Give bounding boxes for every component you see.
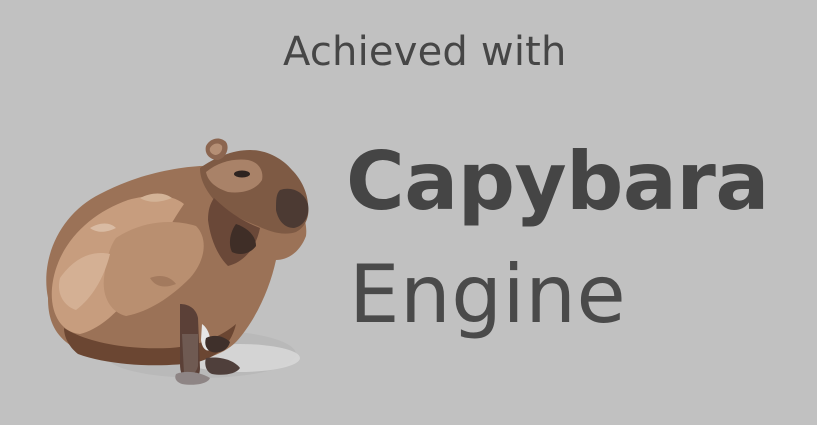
product-name-line2: Engine [349,248,627,341]
capybara-mascot [30,128,315,393]
capybara-icon [46,138,309,385]
splash-screen: Achieved with Capybara Engine [0,0,817,425]
product-name-line1: Capybara [346,135,769,228]
tagline-text: Achieved with [283,29,567,75]
